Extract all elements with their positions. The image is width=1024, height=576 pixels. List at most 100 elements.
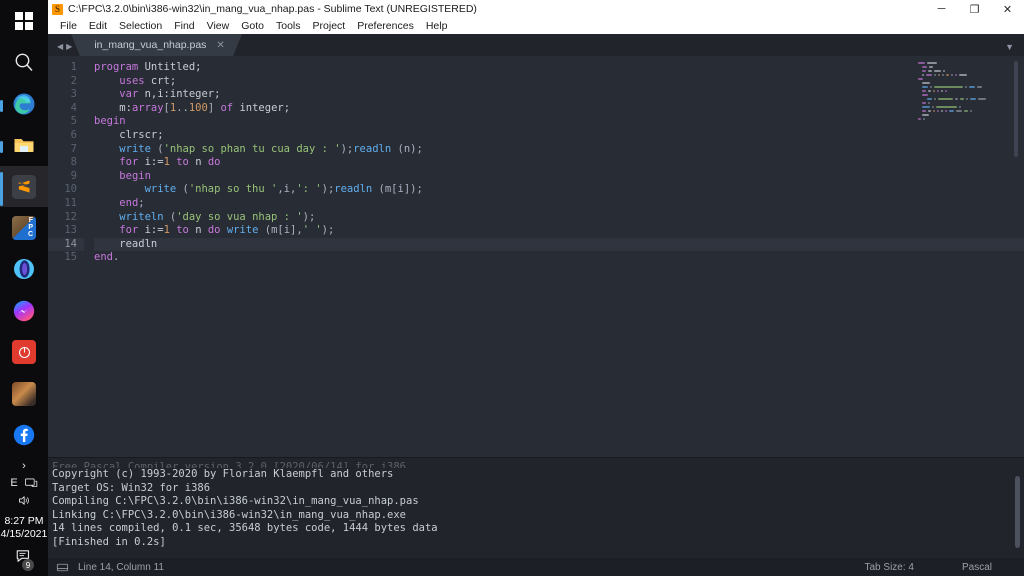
minimize-button[interactable]: ─ bbox=[925, 0, 958, 18]
menu-item-help[interactable]: Help bbox=[420, 18, 454, 34]
code-token-fn: write bbox=[119, 142, 151, 155]
taskbar-item-edge[interactable] bbox=[0, 83, 48, 124]
tab-size-setting[interactable]: Tab Size: 4 bbox=[865, 562, 914, 573]
code-line[interactable]: program Untitled; bbox=[94, 61, 1024, 75]
menu-item-edit[interactable]: Edit bbox=[83, 18, 113, 34]
code-token-kw: begin bbox=[94, 115, 126, 128]
taskbar-item-fpc[interactable]: F P C bbox=[0, 207, 48, 248]
taskbar-item-opera[interactable] bbox=[0, 249, 48, 290]
taskbar-item-power[interactable] bbox=[0, 332, 48, 373]
taskbar-item-sublime-text[interactable] bbox=[0, 165, 48, 208]
minimap-viewport[interactable] bbox=[1014, 61, 1018, 157]
close-button[interactable]: ✕ bbox=[991, 0, 1024, 18]
line-number: 7 bbox=[70, 142, 77, 155]
code-line[interactable]: end; bbox=[94, 197, 1024, 211]
ime-indicator[interactable]: E bbox=[10, 477, 17, 489]
code-editor[interactable]: 1 2 3 4 5 6 7 8 9 10 11 12 13 14 15 program Untitled; … bbox=[48, 56, 1024, 457]
menu-item-project[interactable]: Project bbox=[307, 18, 352, 34]
tab-prev-arrow-icon[interactable]: ◀ bbox=[57, 42, 63, 51]
syntax-mode[interactable]: Pascal bbox=[962, 562, 992, 573]
menu-item-preferences[interactable]: Preferences bbox=[351, 18, 420, 34]
search-button[interactable] bbox=[0, 41, 48, 82]
line-number: 8 bbox=[70, 156, 77, 169]
code-line[interactable]: begin bbox=[94, 115, 1024, 129]
console-line: Copyright (c) 1993-2020 by Florian Klaem… bbox=[52, 468, 394, 480]
taskbar-item-file-explorer[interactable] bbox=[0, 124, 48, 165]
code-line[interactable]: begin bbox=[94, 170, 1024, 184]
status-bar-console-toggle-icon[interactable] bbox=[56, 561, 69, 574]
code-token-id bbox=[94, 197, 119, 209]
minimap-segment bbox=[938, 97, 953, 100]
menu-item-goto[interactable]: Goto bbox=[235, 18, 270, 34]
minimap-segment bbox=[932, 89, 935, 92]
tab-close-icon[interactable]: ✕ bbox=[216, 40, 224, 51]
code-line[interactable]: for i:=1 to n do write (m[i],' '); bbox=[94, 224, 1024, 238]
code-token-kw: uses bbox=[119, 74, 145, 87]
cursor-position[interactable]: Line 14, Column 11 bbox=[78, 562, 164, 573]
line-number: 15 bbox=[64, 251, 77, 264]
minimap-segment bbox=[922, 113, 929, 116]
windows-taskbar: F P C › E 8:27 PM 4/15/2021 9 bbox=[0, 0, 48, 576]
code-line[interactable]: readln bbox=[94, 237, 1024, 252]
code-line[interactable]: end. bbox=[94, 251, 1024, 265]
code-line[interactable]: writeln ('day so vua nhap : '); bbox=[94, 211, 1024, 225]
line-number: 12 bbox=[64, 210, 77, 223]
line-number: 13 bbox=[64, 224, 77, 237]
taskbar-item-photos[interactable] bbox=[0, 373, 48, 414]
code-token-id: m: bbox=[94, 101, 132, 114]
code-line[interactable]: m:array[1..100] of integer; bbox=[94, 102, 1024, 116]
code-line[interactable]: var n,i:integer; bbox=[94, 88, 1024, 102]
code-token-id bbox=[94, 75, 119, 87]
minimap-segment bbox=[969, 109, 972, 112]
code-token-op: (n); bbox=[391, 142, 423, 155]
clock[interactable]: 8:27 PM 4/15/2021 bbox=[1, 511, 48, 543]
code-token-fn: readln bbox=[353, 142, 392, 155]
code-token-kw: of bbox=[220, 101, 234, 114]
minimap-line bbox=[918, 113, 1018, 116]
code-token-fn: readln bbox=[334, 183, 373, 196]
display-icon[interactable] bbox=[24, 476, 38, 490]
code-token-id: n,i: bbox=[138, 88, 170, 101]
minimap-line bbox=[918, 117, 1018, 120]
line-number: 11 bbox=[64, 196, 77, 209]
menu-item-selection[interactable]: Selection bbox=[113, 18, 168, 34]
notifications-button[interactable]: 9 bbox=[15, 543, 34, 572]
taskbar-item-messenger[interactable] bbox=[0, 290, 48, 331]
menu-item-file[interactable]: File bbox=[54, 18, 83, 34]
minimap-segment bbox=[936, 109, 939, 112]
minimap-segment bbox=[922, 85, 928, 88]
facebook-icon bbox=[13, 425, 35, 446]
code-content[interactable]: program Untitled; uses crt; var n,i:inte… bbox=[84, 56, 1024, 457]
code-line[interactable]: clrscr; bbox=[94, 129, 1024, 143]
tab-overflow-menu-icon[interactable]: ▼ bbox=[1005, 42, 1024, 56]
code-token-id bbox=[94, 224, 119, 236]
menu-item-tools[interactable]: Tools bbox=[270, 18, 307, 34]
minimap-line bbox=[918, 89, 1018, 92]
code-token-id bbox=[94, 211, 119, 223]
code-line[interactable]: uses crt; bbox=[94, 75, 1024, 89]
volume-icon[interactable] bbox=[17, 493, 32, 508]
maximize-button[interactable]: ❐ bbox=[958, 0, 991, 18]
code-token-id: crt; bbox=[144, 74, 177, 87]
start-button[interactable] bbox=[0, 0, 48, 41]
code-line[interactable]: for i:=1 to n do bbox=[94, 156, 1024, 170]
tab-in-mang-vua-nhap[interactable]: in_mang_vua_nhap.pas ✕ bbox=[71, 34, 243, 56]
minimap-segment bbox=[969, 85, 976, 88]
code-line[interactable]: write ('nhap so phan tu cua day : ');rea… bbox=[94, 143, 1024, 157]
code-token-kw: var bbox=[119, 88, 139, 101]
console-scrollbar[interactable] bbox=[1015, 476, 1020, 548]
status-bar-right: Tab Size: 4 Pascal bbox=[865, 562, 1013, 573]
minimap-segment bbox=[933, 85, 964, 88]
line-number: 9 bbox=[70, 169, 77, 182]
minimap[interactable] bbox=[918, 61, 1018, 457]
build-output-panel[interactable]: Free Pascal Compiler version 3.2.0 [2020… bbox=[48, 457, 1024, 558]
code-token-id: Untitled; bbox=[138, 61, 202, 73]
menu-item-view[interactable]: View bbox=[201, 18, 236, 34]
code-line[interactable]: write ('nhap so thu ',i,': ');readln (m[… bbox=[94, 183, 1024, 197]
taskbar-item-facebook[interactable] bbox=[0, 415, 48, 456]
microsoft-edge-icon bbox=[13, 93, 35, 115]
menu-item-find[interactable]: Find bbox=[168, 18, 200, 34]
tray-expand-chevron-icon[interactable]: › bbox=[22, 456, 26, 476]
minimap-segment bbox=[927, 89, 931, 92]
free-pascal-icon: F P C bbox=[12, 215, 36, 240]
